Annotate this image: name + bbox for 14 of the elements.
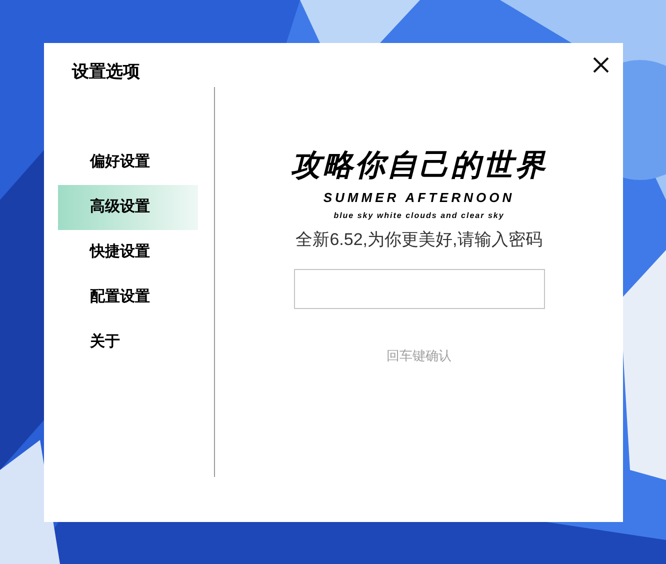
sidebar-item[interactable]: 关于 xyxy=(58,320,198,365)
sidebar-item[interactable]: 配置设置 xyxy=(58,275,198,320)
sidebar-item[interactable]: 偏好设置 xyxy=(58,140,198,185)
password-field[interactable] xyxy=(294,269,544,309)
enter-hint: 回车键确认 xyxy=(386,347,452,365)
dialog-title: 设置选项 xyxy=(72,61,141,83)
banner-headline: 攻略你自己的世界 xyxy=(291,149,547,183)
sidebar-item[interactable]: 高级设置 xyxy=(58,185,198,230)
banner-tagline: blue sky white clouds and clear sky xyxy=(334,211,504,221)
sidebar-item[interactable]: 快捷设置 xyxy=(58,230,198,275)
close-icon xyxy=(593,57,609,73)
password-prompt: 全新6.52,为你更美好,请输入密码 xyxy=(296,229,542,251)
banner-subtitle: SUMMER AFTERNOON xyxy=(323,190,515,206)
close-button[interactable] xyxy=(591,55,611,75)
